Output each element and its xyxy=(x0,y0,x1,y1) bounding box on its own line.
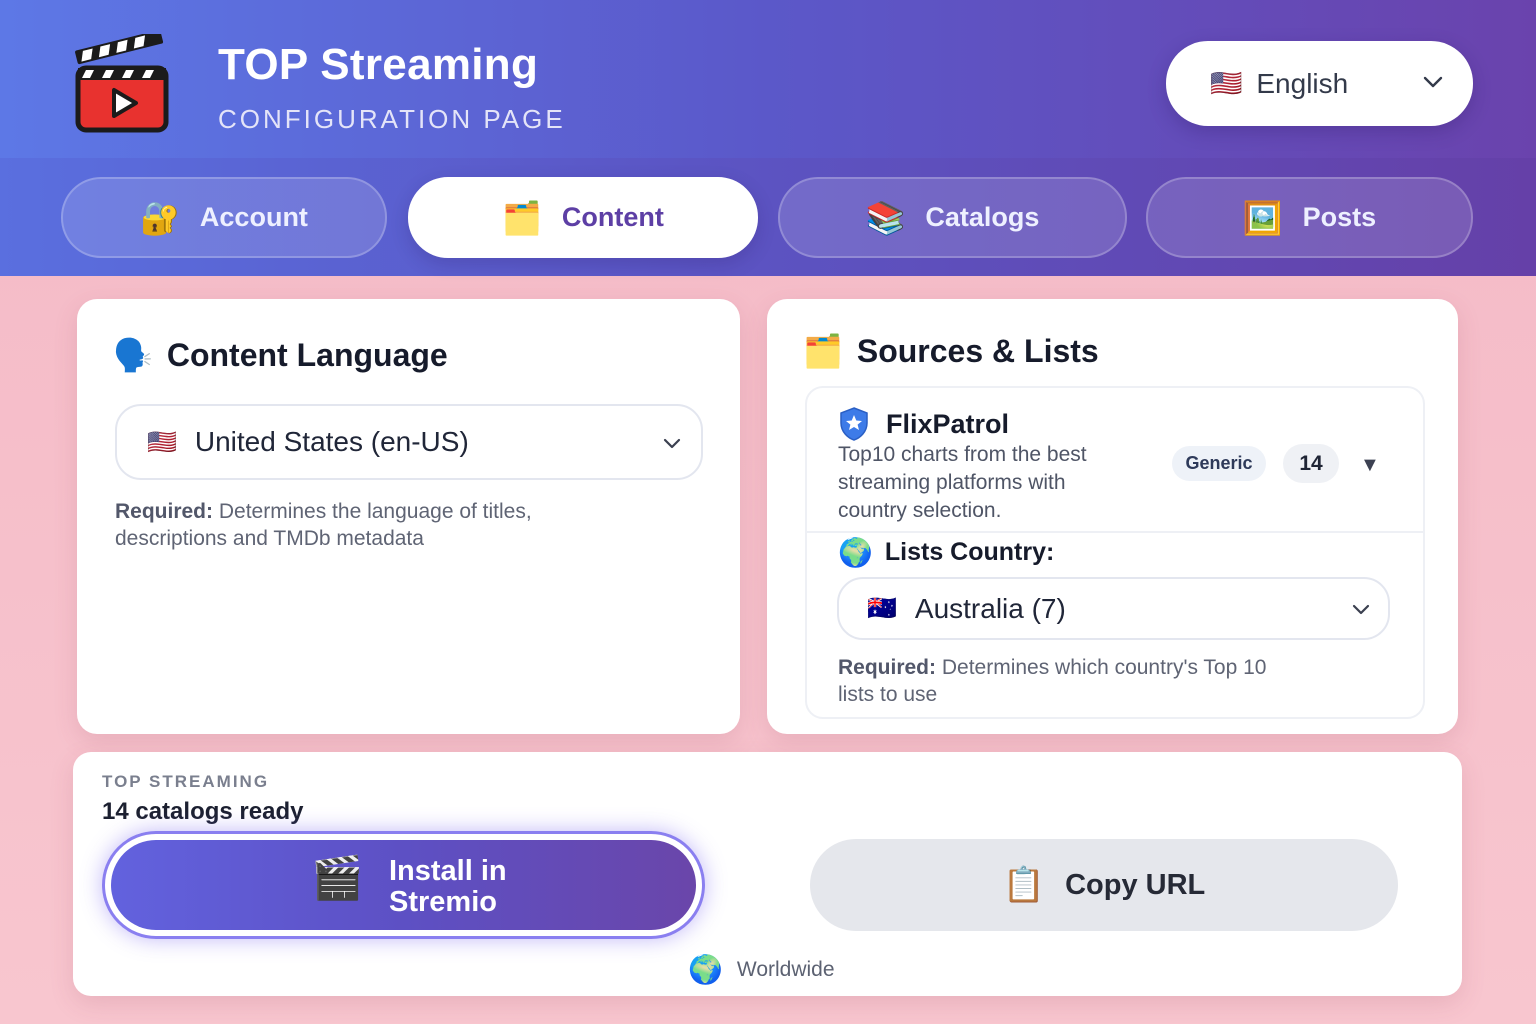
lists-country-help: Required: Determines which country's Top… xyxy=(838,654,1288,708)
source-name: FlixPatrol xyxy=(838,406,1009,442)
content-language-value: United States (en-US) xyxy=(194,426,469,457)
catalogs-ready-status: 14 catalogs ready xyxy=(102,798,304,825)
lists-country-label: 🌍 Lists Country: xyxy=(838,536,1054,569)
books-icon: 📚 xyxy=(865,199,906,236)
sources-lists-title: 🗂️ Sources & Lists xyxy=(803,332,1099,370)
tab-posts[interactable]: 🖼️ Posts xyxy=(1146,177,1473,258)
au-flag-icon: 🇦🇺 xyxy=(867,595,897,622)
tab-account[interactable]: 🔐 Account xyxy=(61,177,387,258)
folder-icon: 🗂️ xyxy=(502,199,542,236)
expand-triangle-icon[interactable]: ▼ xyxy=(1360,454,1380,477)
ui-language-value: English xyxy=(1256,67,1349,99)
chevron-down-icon xyxy=(1423,76,1443,88)
install-in-stremio-button[interactable]: 🎬 Install in Stremio xyxy=(111,840,696,930)
content-language-select[interactable]: 🇺🇸 United States (en-US) xyxy=(115,404,703,480)
lists-country-value: Australia (7) xyxy=(914,592,1066,624)
copy-url-button[interactable]: 📋 Copy URL xyxy=(810,839,1398,931)
tab-label: Catalogs xyxy=(925,202,1040,232)
app-subtitle: CONFIGURATION PAGE xyxy=(218,104,566,134)
picture-icon: 🖼️ xyxy=(1242,199,1283,236)
divider xyxy=(807,531,1423,533)
tab-label: Posts xyxy=(1302,202,1377,232)
copy-button-label: Copy URL xyxy=(1065,868,1206,901)
us-flag-icon: 🇺🇸 xyxy=(147,428,177,456)
required-label: Required: xyxy=(115,500,214,523)
tab-label: Content xyxy=(561,202,664,232)
tab-label: Account xyxy=(199,202,308,232)
folder-icon: 🗂️ xyxy=(803,333,843,369)
shield-star-icon xyxy=(840,407,868,441)
source-type-badge: Generic xyxy=(1172,446,1266,481)
speaking-head-icon: 🗣️ xyxy=(113,337,153,373)
lists-country-select[interactable]: 🇦🇺 Australia (7) xyxy=(837,577,1390,640)
region-indicator: 🌍 Worldwide xyxy=(688,953,835,986)
source-name-text: FlixPatrol xyxy=(886,408,1010,439)
card-title-text: Sources & Lists xyxy=(856,332,1099,369)
globe-icon: 🌍 xyxy=(838,537,873,568)
tab-catalogs[interactable]: 📚 Catalogs xyxy=(778,177,1127,258)
app-title: TOP Streaming xyxy=(218,40,539,89)
content-language-help: Required: Determines the language of tit… xyxy=(115,498,585,552)
ui-language-select[interactable]: 🇺🇸 English xyxy=(1166,41,1473,126)
install-eyebrow: TOP STREAMING xyxy=(102,772,270,791)
clapperboard-icon: 🎬 xyxy=(311,854,364,901)
card-title-text: Content Language xyxy=(166,336,448,373)
globe-icon: 🌍 xyxy=(688,954,723,985)
source-description: Top10 charts from the best streaming pla… xyxy=(838,443,1087,522)
clipboard-icon: 📋 xyxy=(1002,866,1046,904)
lists-country-text: Lists Country: xyxy=(884,538,1055,566)
install-button-label: Install in Stremio xyxy=(389,855,507,918)
region-text: Worldwide xyxy=(736,957,835,981)
us-flag-icon: 🇺🇸 xyxy=(1210,68,1243,98)
chevron-down-icon xyxy=(1352,604,1370,615)
required-label: Required: xyxy=(838,656,937,679)
tab-content[interactable]: 🗂️ Content xyxy=(408,177,758,258)
content-language-title: 🗣️ Content Language xyxy=(113,336,448,374)
catalog-count-badge: 14 xyxy=(1283,444,1339,483)
lock-key-icon: 🔐 xyxy=(140,199,180,236)
chevron-down-icon xyxy=(663,438,681,449)
clapperboard-logo-icon xyxy=(75,34,169,133)
